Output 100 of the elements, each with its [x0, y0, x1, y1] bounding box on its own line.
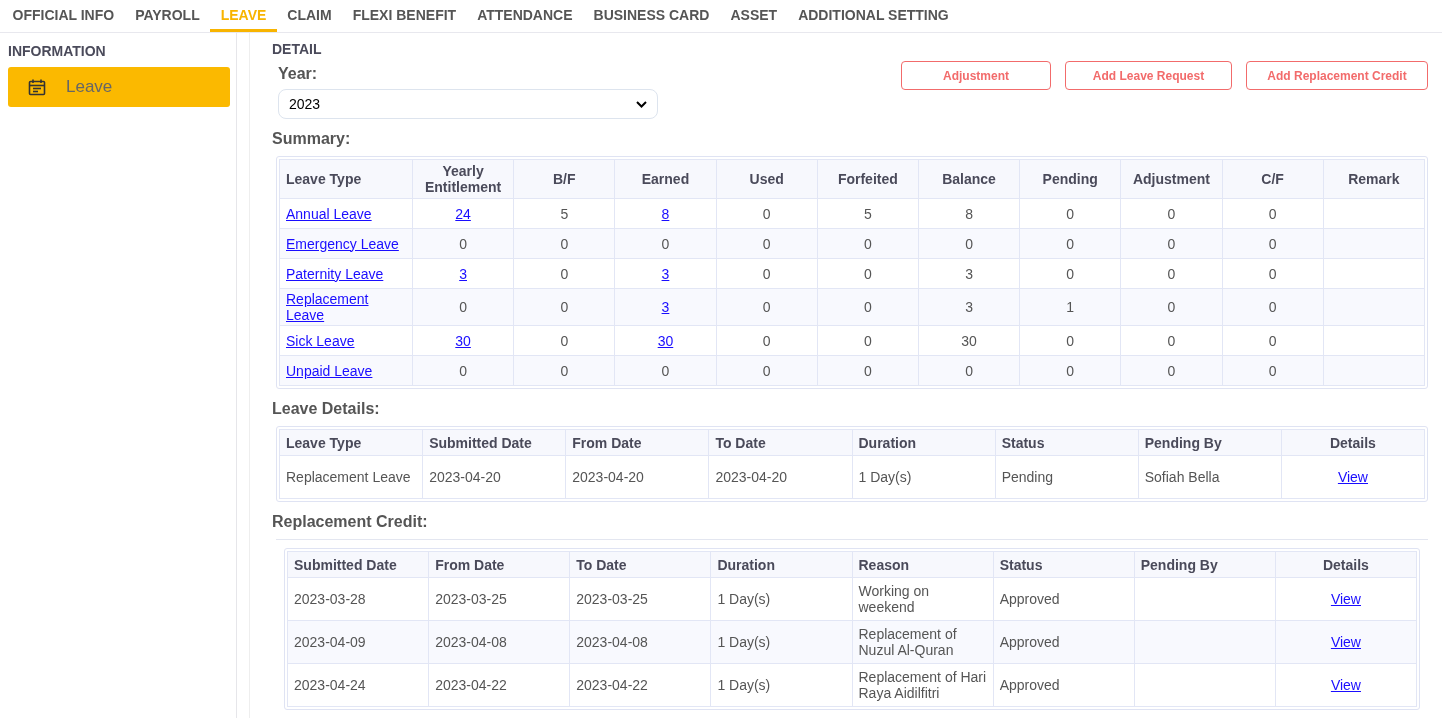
table-cell: 2023-04-20 — [429, 469, 501, 485]
table-cell: 8 — [965, 205, 973, 222]
column-header: From Date — [565, 429, 709, 456]
column-header: Pending By — [1134, 551, 1276, 578]
table-cell: 0 — [1167, 235, 1176, 252]
section-title: DETAIL — [272, 41, 323, 57]
table-cell: 2023-04-08 — [435, 634, 507, 650]
table-cell: 0 — [1066, 235, 1075, 252]
nav-tab[interactable]: OFFICIAL INFO — [2, 0, 125, 32]
nav-tab[interactable]: BUSINESS CARD — [583, 0, 720, 32]
table-cell: 0 — [762, 235, 771, 252]
table-cell: Sofiah Bella — [1144, 469, 1220, 485]
column-header: To Date — [708, 429, 852, 456]
value-link[interactable]: 3 — [661, 299, 670, 315]
table-cell: 0 — [863, 265, 872, 282]
column-header: Details — [1281, 429, 1425, 456]
table-cell: 0 — [762, 299, 771, 315]
table-cell: 2023-04-09 — [294, 634, 366, 650]
column-header: Balance — [918, 159, 1020, 199]
table-cell: 1 — [1066, 299, 1075, 315]
sidebar-title: INFORMATION — [8, 43, 107, 59]
view-link[interactable]: View — [1330, 677, 1361, 693]
value-link[interactable]: 8 — [661, 205, 670, 222]
table-cell: Approved — [999, 591, 1060, 607]
table-cell: Working on weekend — [858, 583, 930, 615]
nav-tab[interactable]: FLEXI BENEFIT — [342, 0, 467, 32]
column-header: Duration — [852, 429, 996, 456]
table-cell: 3 — [965, 299, 973, 315]
table-cell: 0 — [1268, 235, 1277, 252]
table-cell: Replacement Leave — [286, 469, 411, 485]
table-cell: 2023-03-25 — [435, 591, 507, 607]
table-cell: 0 — [762, 265, 771, 282]
table-cell: 1 Day(s) — [717, 634, 771, 650]
table-cell: 0 — [1268, 362, 1277, 379]
value-link[interactable]: 30 — [455, 332, 471, 349]
table-cell: 2023-03-28 — [294, 591, 366, 607]
column-header: Submitted Date — [287, 551, 429, 578]
column-header: Reason — [852, 551, 994, 578]
table-cell: 0 — [863, 299, 872, 315]
nav-tab[interactable]: ASSET — [719, 0, 788, 32]
table-cell: 0 — [560, 362, 569, 379]
section-heading: Leave Details: — [272, 400, 381, 418]
table-cell: 2023-04-24 — [294, 677, 366, 693]
table-cell: 0 — [560, 235, 569, 252]
table-cell: Replacement of Nuzul Al-Quran — [858, 626, 957, 658]
table-cell: 0 — [1268, 205, 1277, 222]
table-cell: 0 — [1167, 205, 1176, 222]
column-header: Adjustment — [1120, 159, 1222, 199]
table-cell: 0 — [762, 205, 771, 222]
chevron-down-icon — [636, 100, 647, 108]
column-header: Status — [993, 551, 1135, 578]
table-cell: 1 Day(s) — [717, 677, 771, 693]
table-cell: 2023-04-22 — [576, 677, 648, 693]
table-cell: 5 — [560, 205, 569, 222]
section-heading: Summary: — [272, 130, 352, 148]
column-header: Status — [995, 429, 1139, 456]
value-link[interactable]: 24 — [455, 205, 471, 222]
table-cell: 0 — [459, 299, 467, 315]
table-cell: 0 — [1268, 332, 1277, 349]
view-link[interactable]: View — [1330, 634, 1361, 650]
column-header: Forfeited — [817, 159, 919, 199]
view-link[interactable]: View — [1330, 591, 1361, 607]
table-cell: 0 — [1066, 332, 1075, 349]
table-cell: 0 — [762, 332, 771, 349]
table-cell: 0 — [762, 362, 771, 379]
column-header: Details — [1275, 551, 1417, 578]
table-cell: 3 — [965, 265, 973, 282]
column-header: Remark — [1323, 159, 1425, 199]
nav-tab[interactable]: ADDITIONAL SETTING — [787, 0, 960, 32]
nav-tab[interactable]: PAYROLL — [124, 0, 211, 32]
table-cell: 0 — [1167, 332, 1176, 349]
column-header: Yearly Entitlement — [412, 159, 514, 199]
table-cell: 0 — [1066, 362, 1075, 379]
table-cell: 2023-04-08 — [576, 634, 648, 650]
column-header: From Date — [428, 551, 570, 578]
table-cell: Approved — [999, 634, 1060, 650]
table-cell: 0 — [1167, 362, 1176, 379]
value-link[interactable]: 3 — [459, 265, 467, 282]
table-cell: 0 — [863, 332, 872, 349]
table-cell: 0 — [1167, 299, 1176, 315]
table-cell: 0 — [1268, 299, 1277, 315]
table-cell: 0 — [459, 362, 467, 379]
year-select[interactable]: 2023 — [278, 89, 658, 119]
value-link[interactable]: 3 — [661, 265, 670, 282]
table-cell: 0 — [560, 299, 569, 315]
value-link[interactable]: 30 — [657, 332, 674, 349]
table-cell: 0 — [661, 235, 670, 252]
column-header: Pending — [1019, 159, 1121, 199]
column-header: B/F — [513, 159, 615, 199]
view-link[interactable]: View — [1337, 469, 1368, 485]
column-header: Leave Type — [279, 429, 423, 456]
section-heading: Replacement Credit: — [272, 513, 429, 531]
table-cell: 0 — [965, 235, 973, 252]
nav-tab[interactable]: CLAIM — [276, 0, 343, 32]
table-cell: 0 — [965, 362, 973, 379]
table-cell: 0 — [1167, 265, 1176, 282]
table-cell: 2023-04-20 — [572, 469, 644, 485]
nav-tab[interactable]: ATTENDANCE — [466, 0, 584, 32]
table-cell: 0 — [1268, 265, 1277, 282]
column-header: Duration — [710, 551, 852, 578]
